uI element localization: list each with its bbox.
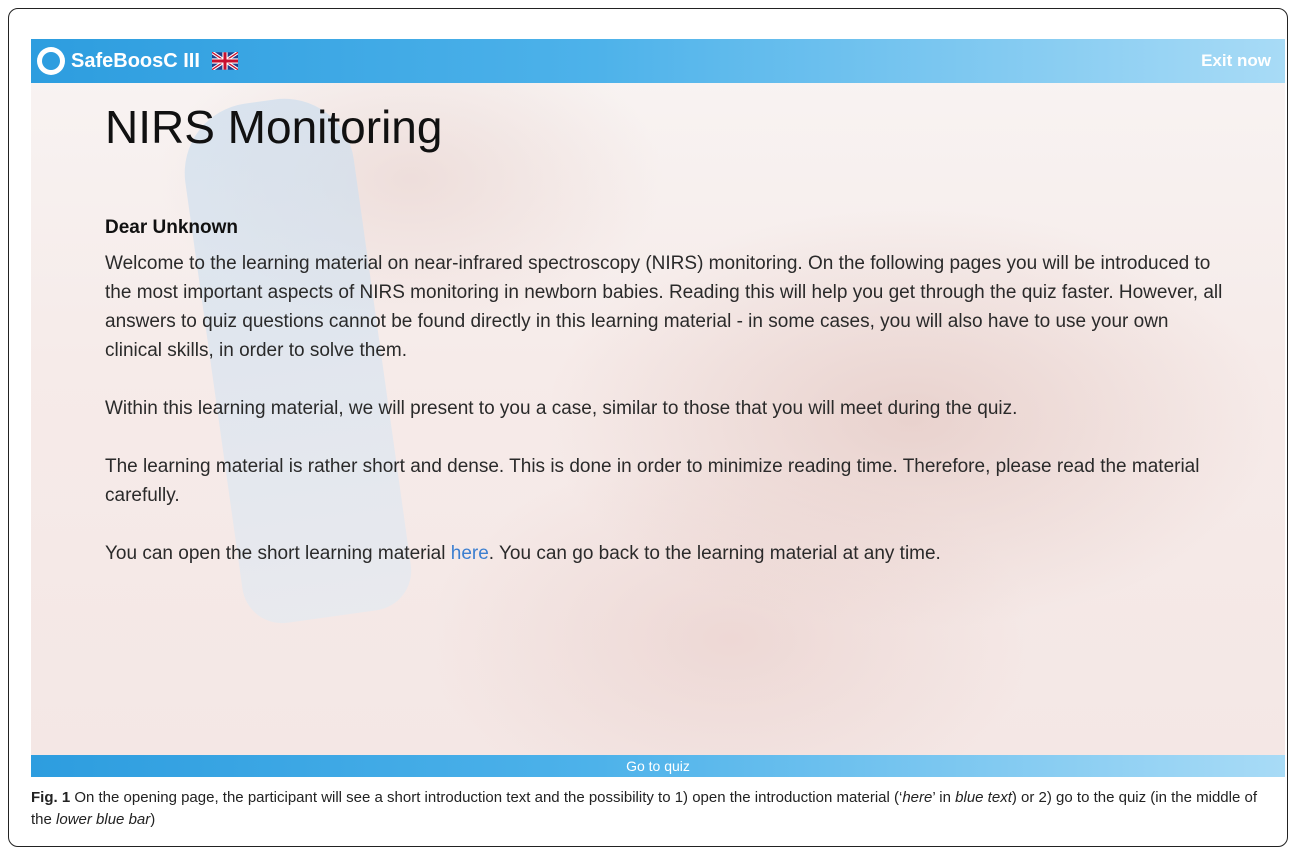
greeting: Dear Unknown — [105, 217, 239, 238]
uk-flag-icon[interactable] — [211, 52, 238, 70]
open-material-paragraph: You can open the short learning material… — [105, 539, 1225, 568]
caption-lower-bar: lower blue bar — [56, 811, 151, 828]
caption-label: Fig. 1 — [31, 789, 71, 806]
brand-name: SafeBoosC III — [71, 49, 200, 72]
logo-icon — [37, 47, 65, 75]
here-link[interactable]: here — [451, 543, 489, 564]
open-material-text-before: You can open the short learning material — [105, 543, 451, 564]
caption-text: ) — [150, 811, 156, 828]
page-title: NIRS Monitoring — [105, 101, 443, 153]
open-material-text-after: . You can go back to the learning materi… — [488, 543, 941, 564]
brand[interactable]: SafeBoosC III — [37, 47, 200, 75]
app-screen: SafeBoosC III Exit now NIRS Monitoring D… — [31, 39, 1285, 755]
figure-frame: SafeBoosC III Exit now NIRS Monitoring D… — [8, 8, 1288, 847]
main-content: NIRS Monitoring Dear Unknown Welcome to … — [105, 89, 1225, 568]
reading-paragraph: The learning material is rather short an… — [105, 456, 1200, 506]
top-bar: SafeBoosC III Exit now — [31, 39, 1285, 83]
caption-here: here — [902, 789, 933, 806]
caption-text: On the opening page, the participant wil… — [70, 789, 903, 806]
case-paragraph: Within this learning material, we will p… — [105, 398, 1018, 419]
intro-paragraph: Welcome to the learning material on near… — [105, 253, 1223, 361]
go-to-quiz-button[interactable]: Go to quiz — [31, 755, 1285, 777]
figure-caption: Fig. 1 On the opening page, the particip… — [31, 787, 1281, 831]
caption-text: ’ in — [932, 789, 956, 806]
caption-blue-text: blue text — [955, 789, 1012, 806]
bottom-bar: Go to quiz — [31, 755, 1285, 777]
exit-now-link[interactable]: Exit now — [1201, 51, 1271, 71]
